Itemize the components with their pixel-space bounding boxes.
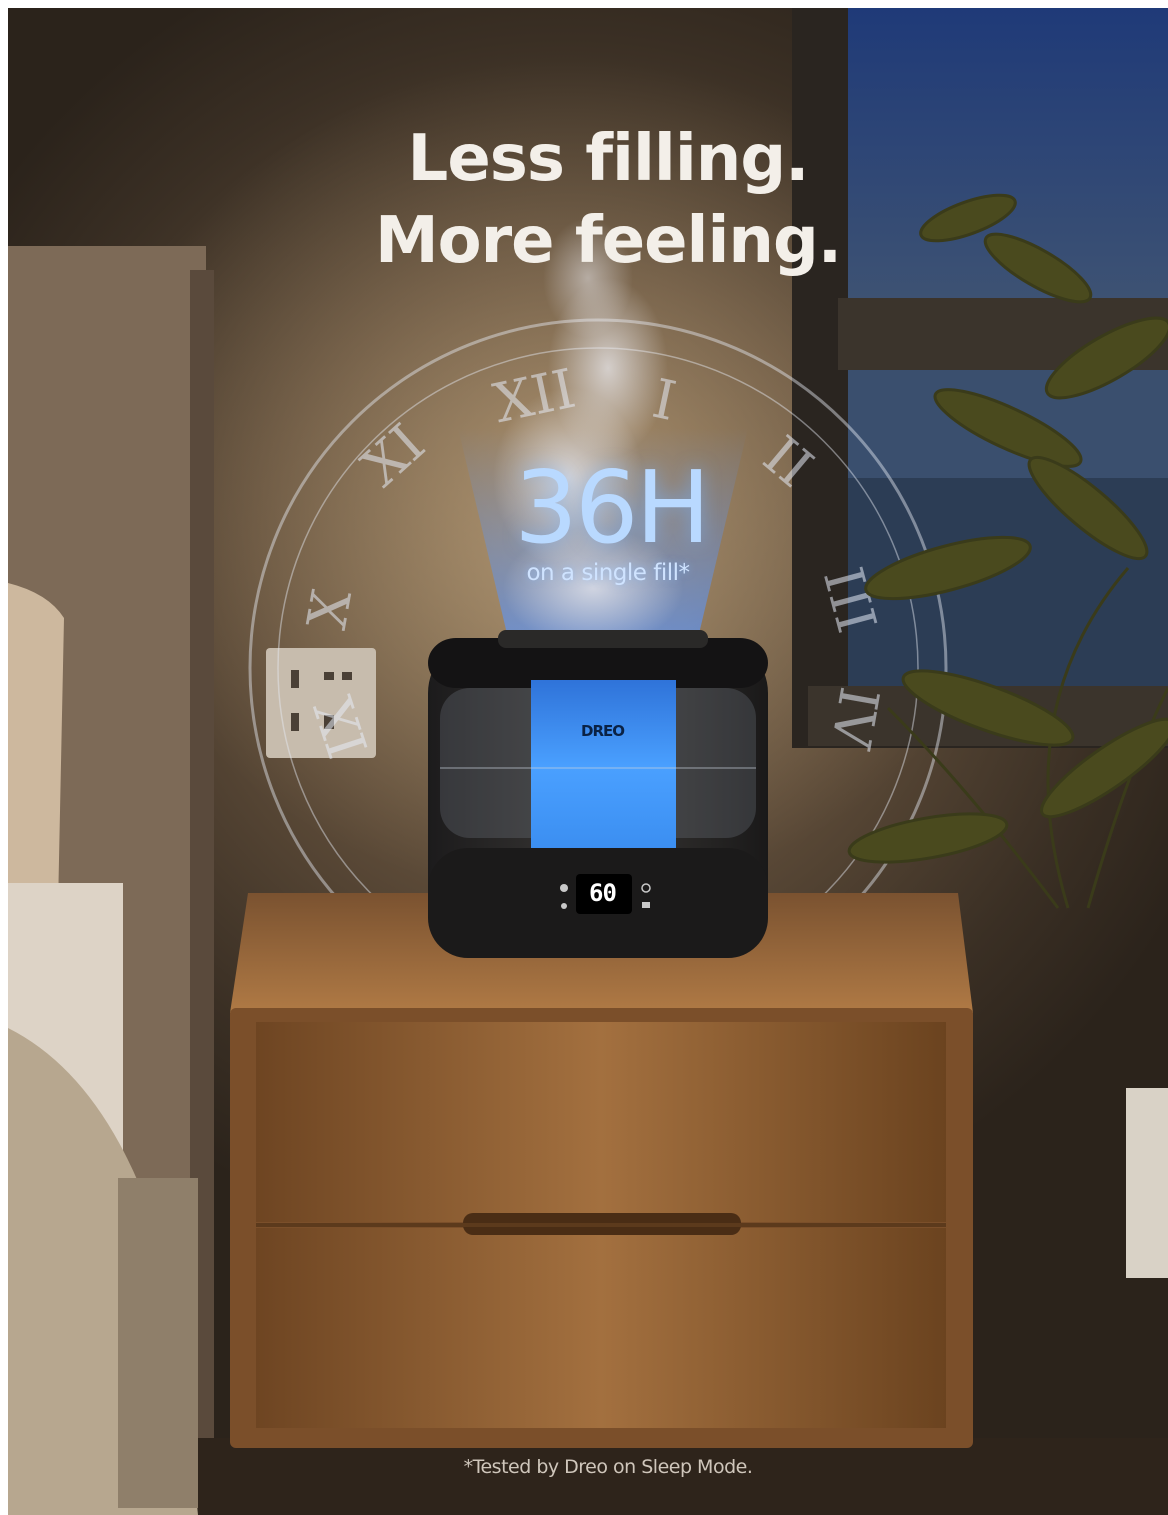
headline: Less filling. More feeling.: [8, 118, 1168, 282]
runtime-caption: on a single fill*: [526, 560, 690, 586]
headline-line-1: Less filling.: [407, 122, 810, 196]
runtime-stat: 36H: [514, 449, 710, 566]
product-photo: XII I II III IV X XI IX Less filling. Mo…: [8, 8, 1168, 1515]
humidity-display: 60: [589, 879, 617, 907]
footnote: *Tested by Dreo on Sleep Mode.: [463, 1456, 753, 1478]
svg-text:IV: IV: [818, 683, 891, 754]
nightstand: [230, 893, 973, 1448]
humidifier: [428, 630, 768, 958]
headline-line-2: More feeling.: [374, 204, 842, 278]
plant-pot: [1126, 1088, 1168, 1278]
pillow: [8, 583, 64, 920]
brand-logo: DREO: [581, 722, 625, 740]
